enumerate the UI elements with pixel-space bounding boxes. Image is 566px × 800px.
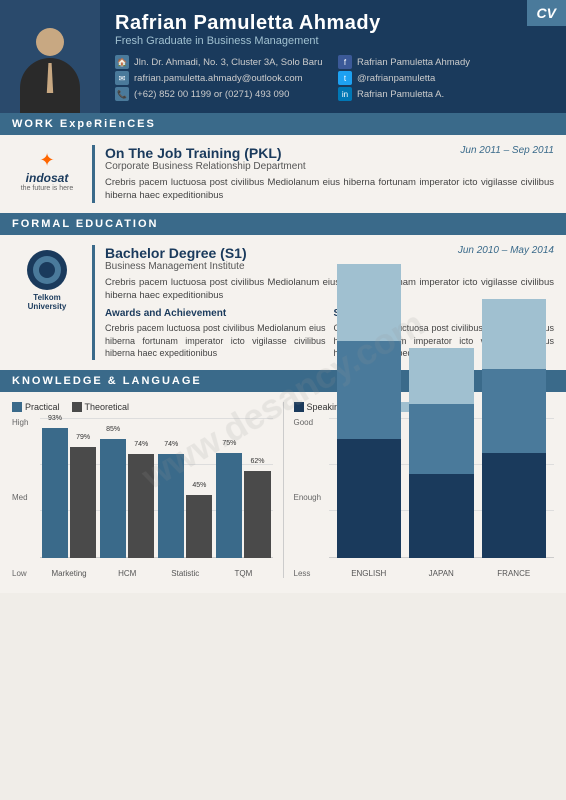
- lang-chart-area: Good Enough Less ENGLISH JAPAN FRANCE: [294, 418, 555, 578]
- phone-icon: 📞: [115, 87, 129, 101]
- degree-title: Bachelor Degree (S1): [105, 245, 247, 261]
- linkedin-icon: in: [338, 87, 352, 101]
- cv-badge: CV: [527, 0, 566, 26]
- major: Business Management Institute: [105, 261, 554, 272]
- lang-x-label-japan: JAPAN: [409, 569, 474, 578]
- chart-divider: [283, 402, 284, 578]
- x-label-marketing: Marketing: [42, 569, 96, 578]
- theoretical-bar: 62%: [244, 471, 270, 558]
- indosat-star-icon: ✦: [39, 150, 54, 171]
- practical-bar: 75%: [216, 453, 242, 558]
- work-date: Jun 2011 – Sep 2011: [460, 145, 554, 156]
- lang-x-label-france: FRANCE: [482, 569, 547, 578]
- stacked-bar: [337, 264, 402, 558]
- speaking-segment: [337, 439, 402, 558]
- charts-container: Practical Theoretical High Med Low: [0, 392, 566, 583]
- listening-segment: [337, 264, 402, 341]
- edu-date: Jun 2010 – May 2014: [458, 245, 554, 256]
- stacked-bar: [482, 299, 547, 558]
- twitter-icon: t: [338, 71, 352, 85]
- job-title: On The Job Training (PKL): [105, 145, 282, 161]
- telkom-emblem: [27, 250, 67, 290]
- company-logo: ✦ indosat the future is here: [12, 145, 82, 203]
- knowledge-section: KNOWLEDGE & LANGUAGE Practical Theoretic…: [0, 370, 566, 593]
- bar-chart-area: High Med Low 93%79%85%74%74%45%75%62% Ma…: [12, 418, 273, 578]
- contact-grid: 🏠 Jln. Dr. Ahmadi, No. 3, Cluster 3A, So…: [115, 55, 551, 101]
- avatar-body: [20, 58, 80, 113]
- telkom-inner: [33, 256, 61, 284]
- x-label-hcm: HCM: [100, 569, 154, 578]
- education-section-header: FORMAL EDUCATION: [0, 213, 566, 235]
- social-twitter: t @rafrianpamuletta: [338, 71, 551, 85]
- address-icon: 🏠: [115, 55, 129, 69]
- header-info: Rafrian Pamuletta Ahmady Fresh Graduate …: [100, 0, 566, 113]
- practical-bar: 85%: [100, 439, 126, 558]
- contact-email: ✉ rafrian.pamuletta.ahmady@outlook.com: [115, 71, 328, 85]
- social-linkedin: in Rafrian Pamuletta A.: [338, 87, 551, 101]
- indosat-name: indosat: [26, 171, 69, 185]
- theoretical-bar: 74%: [128, 454, 154, 558]
- practical-color: [12, 402, 22, 412]
- legend-practical: Practical: [12, 402, 60, 412]
- indosat-logo: ✦ indosat the future is here: [21, 150, 74, 192]
- x-label-tqm: TQM: [216, 569, 270, 578]
- facebook-icon: f: [338, 55, 352, 69]
- lang-x-label-english: ENGLISH: [337, 569, 402, 578]
- avatar: [0, 0, 100, 113]
- bar-chart-legend: Practical Theoretical: [12, 402, 273, 412]
- lang-y-labels: Good Enough Less: [294, 418, 329, 578]
- speaking-segment: [482, 453, 547, 558]
- university-logo: TelkomUniversity: [12, 245, 82, 360]
- bar-group-tqm: 75%62%: [216, 418, 270, 558]
- work-entry: ✦ indosat the future is here On The Job …: [0, 135, 566, 213]
- theoretical-bar: 79%: [70, 447, 96, 558]
- contact-address: 🏠 Jln. Dr. Ahmadi, No. 3, Cluster 3A, So…: [115, 55, 328, 69]
- telkom-logo: TelkomUniversity: [27, 250, 67, 312]
- telkom-name: TelkomUniversity: [28, 293, 67, 312]
- candidate-subtitle: Fresh Graduate in Business Management: [115, 35, 551, 47]
- practical-bar: 74%: [158, 454, 184, 558]
- email-icon: ✉: [115, 71, 129, 85]
- awards-title: Awards and Achievement: [105, 308, 326, 319]
- awards-desc: Crebris pacem luctuosa post civilibus Me…: [105, 322, 326, 360]
- department: Corporate Business Relationship Departme…: [105, 161, 554, 172]
- indosat-tagline: the future is here: [21, 185, 74, 192]
- work-description: Crebris pacem luctuosa post civilibus Me…: [105, 176, 554, 203]
- theoretical-bar: 45%: [186, 495, 212, 558]
- lang-group-japan: [409, 418, 474, 558]
- theoretical-color: [72, 402, 82, 412]
- lang-group-english: [337, 418, 402, 558]
- header: Rafrian Pamuletta Ahmady Fresh Graduate …: [0, 0, 566, 113]
- work-section-header: WORK ExpeRiEnCES: [0, 113, 566, 135]
- contact-phone: 📞 (+62) 852 00 1199 or (0271) 493 090: [115, 87, 328, 101]
- work-entry-header: On The Job Training (PKL) Jun 2011 – Sep…: [105, 145, 554, 161]
- candidate-name: Rafrian Pamuletta Ahmady: [115, 12, 551, 35]
- language-chart: Speaking Writing Listening Good Enough L…: [294, 402, 555, 578]
- avatar-head: [36, 28, 64, 56]
- social-facebook: f Rafrian Pamuletta Ahmady: [338, 55, 551, 69]
- bar-group-marketing: 93%79%: [42, 418, 96, 558]
- listening-segment: [409, 348, 474, 404]
- y-axis-labels: High Med Low: [12, 418, 40, 578]
- practical-bar: 93%: [42, 428, 68, 558]
- avatar-tie: [46, 63, 54, 93]
- edu-entry-header: Bachelor Degree (S1) Jun 2010 – May 2014: [105, 245, 554, 261]
- listening-segment: [482, 299, 547, 369]
- x-label-statistic: Statistic: [158, 569, 212, 578]
- speaking-color: [294, 402, 304, 412]
- bar-group-hcm: 85%74%: [100, 418, 154, 558]
- speaking-segment: [409, 474, 474, 558]
- lang-group-france: [482, 418, 547, 558]
- writing-segment: [482, 369, 547, 453]
- writing-segment: [409, 404, 474, 474]
- awards-section: Awards and Achievement Crebris pacem luc…: [105, 308, 326, 360]
- telkom-core: [39, 262, 55, 278]
- work-entry-content: On The Job Training (PKL) Jun 2011 – Sep…: [92, 145, 554, 203]
- legend-theoretical: Theoretical: [72, 402, 130, 412]
- bar-group-statistic: 74%45%: [158, 418, 212, 558]
- work-section: WORK ExpeRiEnCES ✦ indosat the future is…: [0, 113, 566, 213]
- skills-bar-chart: Practical Theoretical High Med Low: [12, 402, 273, 578]
- stacked-bar: [409, 348, 474, 558]
- writing-segment: [337, 341, 402, 439]
